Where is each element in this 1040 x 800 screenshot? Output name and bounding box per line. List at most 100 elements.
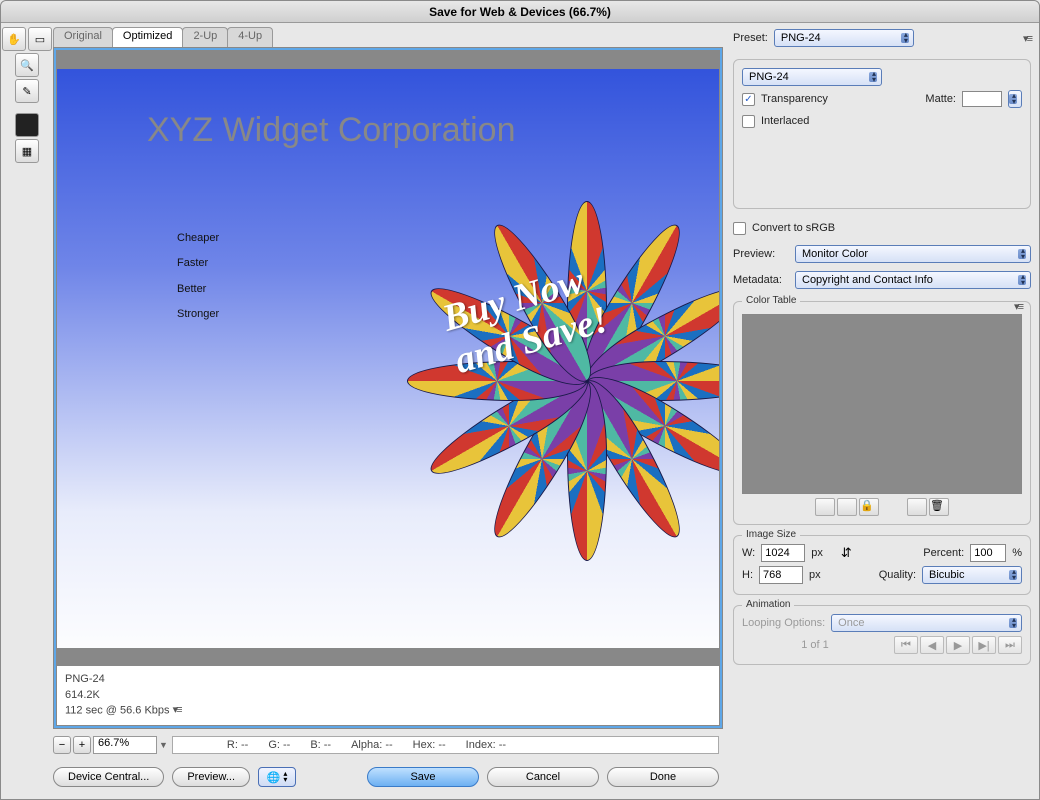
bullet-item: Cheaper — [177, 226, 219, 251]
height-field[interactable] — [759, 566, 803, 584]
view-tabs: Original Optimized 2-Up 4-Up — [53, 27, 723, 47]
animation-title: Animation — [742, 599, 794, 610]
info-menu-icon[interactable]: ▾≡ — [173, 703, 187, 718]
cancel-button[interactable]: Cancel — [487, 767, 599, 787]
status-row: − + 66.7% ▼ R: -- G: -- B: -- Alpha: -- … — [53, 733, 719, 757]
quality-label: Quality: — [879, 569, 916, 581]
metadata-label: Metadata: — [733, 274, 789, 286]
ct-btn-new[interactable] — [907, 498, 927, 516]
status-alpha: Alpha: -- — [351, 739, 393, 751]
preset-menu-icon[interactable]: ▾≡ — [1023, 32, 1031, 45]
slice-select-tool[interactable]: ▭ — [28, 27, 52, 51]
tab-optimized[interactable]: Optimized — [112, 27, 184, 47]
dialog-window: Save for Web & Devices (66.7%) ✋ ▭ 🔍 ✎ ▦… — [0, 0, 1040, 800]
matte-swatch[interactable] — [962, 91, 1002, 107]
ct-btn-trash[interactable]: 🗑 — [929, 498, 949, 516]
flower-graphic — [377, 171, 719, 591]
toggle-slices-button[interactable]: ▦ — [15, 139, 39, 163]
zoom-in-button[interactable]: + — [73, 736, 91, 754]
status-hex: Hex: -- — [413, 739, 446, 751]
status-r: R: -- — [227, 739, 248, 751]
device-central-button[interactable]: Device Central... — [53, 767, 164, 787]
slices-icon: ▦ — [22, 145, 32, 158]
format-select[interactable]: PNG-24▴▾ — [742, 68, 882, 86]
interlaced-checkbox[interactable] — [742, 115, 755, 128]
eyedropper-icon: ✎ — [22, 85, 31, 98]
color-table[interactable] — [742, 314, 1022, 494]
color-status-bar: R: -- G: -- B: -- Alpha: -- Hex: -- Inde… — [172, 736, 719, 754]
zoom-tool[interactable]: 🔍 — [15, 53, 39, 77]
color-table-menu-icon[interactable]: ▾≡ — [1014, 300, 1022, 313]
tab-2up[interactable]: 2-Up — [182, 27, 228, 47]
preset-label: Preset: — [733, 32, 768, 44]
info-timing: 112 sec @ 56.6 Kbps — [65, 705, 170, 717]
eyedropper-tool[interactable]: ✎ — [15, 79, 39, 103]
settings-panel: Preset: PNG-24▴▾ ▾≡ PNG-24▴▾ ✓ Transpare… — [727, 23, 1039, 799]
animation-nav: ⏮ ◀ ▶ ▶| ⏭ — [894, 636, 1022, 654]
status-index: Index: -- — [466, 739, 506, 751]
preview-frame: XYZ Widget Corporation Cheaper Faster Be… — [53, 47, 723, 729]
nav-first-button: ⏮ — [894, 636, 918, 654]
matte-label: Matte: — [925, 93, 956, 105]
preview-mode-select[interactable]: Monitor Color▴▾ — [795, 245, 1031, 263]
chevron-updown-icon: ▴▾ — [283, 771, 287, 783]
height-unit: px — [809, 569, 821, 581]
foreground-color-swatch[interactable] — [15, 113, 39, 137]
ct-btn-lock[interactable]: 🔒 — [859, 498, 879, 516]
nav-next-button: ▶| — [972, 636, 996, 654]
color-table-title: Color Table — [742, 295, 800, 306]
bullet-item: Stronger — [177, 302, 219, 327]
chevron-down-icon[interactable]: ▼ — [159, 740, 168, 750]
preset-select[interactable]: PNG-24▴▾ — [774, 29, 914, 47]
tool-column: ✋ ▭ 🔍 ✎ ▦ — [1, 23, 53, 799]
preview-mode-label: Preview: — [733, 248, 789, 260]
slice-icon: ▭ — [35, 33, 45, 46]
zoom-out-button[interactable]: − — [53, 736, 71, 754]
save-button[interactable]: Save — [367, 767, 479, 787]
transparency-checkbox[interactable]: ✓ — [742, 93, 755, 106]
zoom-field[interactable]: 66.7% — [93, 736, 157, 754]
preview-button[interactable]: Preview... — [172, 767, 250, 787]
status-g: G: -- — [268, 739, 290, 751]
preview-outer: XYZ Widget Corporation Cheaper Faster Be… — [54, 48, 722, 728]
format-group: PNG-24▴▾ ✓ Transparency Matte: ▴▾ Interl… — [733, 59, 1031, 209]
canvas-heading: XYZ Widget Corporation — [147, 111, 516, 150]
width-label: W: — [742, 547, 755, 559]
link-icon[interactable]: ⇵ — [841, 545, 852, 561]
width-field[interactable] — [761, 544, 805, 562]
canvas[interactable]: XYZ Widget Corporation Cheaper Faster Be… — [57, 51, 719, 666]
image-size-title: Image Size — [742, 529, 800, 540]
canvas-bullet-list: Cheaper Faster Better Stronger — [177, 226, 219, 327]
bullet-item: Better — [177, 277, 219, 302]
convert-srgb-checkbox[interactable] — [733, 222, 746, 235]
bottom-button-row: Device Central... Preview... 🌐▴▾ Save Ca… — [53, 761, 719, 793]
percent-field[interactable] — [970, 544, 1006, 562]
canvas-wrap: XYZ Widget Corporation Cheaper Faster Be… — [57, 51, 719, 666]
nav-play-button: ▶ — [946, 636, 970, 654]
ct-btn-1[interactable] — [815, 498, 835, 516]
image-size-group: Image Size W: px ⇵ Percent: % H: px — [733, 535, 1031, 595]
height-label: H: — [742, 569, 753, 581]
percent-label: Percent: — [923, 547, 964, 559]
hand-icon: ✋ — [7, 33, 21, 46]
animation-page: 1 of 1 — [742, 639, 888, 651]
center-panel: Original Optimized 2-Up 4-Up XYZ Widget … — [53, 23, 727, 799]
info-size: 614.2K — [65, 688, 711, 703]
tab-4up[interactable]: 4-Up — [227, 27, 273, 47]
percent-unit: % — [1012, 547, 1022, 559]
transparency-label: Transparency — [761, 93, 828, 105]
quality-select[interactable]: Bicubic▴▾ — [922, 566, 1022, 584]
hand-tool[interactable]: ✋ — [2, 27, 26, 51]
metadata-select[interactable]: Copyright and Contact Info▴▾ — [795, 271, 1031, 289]
browser-preview-button[interactable]: 🌐▴▾ — [258, 767, 296, 787]
status-b: B: -- — [310, 739, 331, 751]
done-button[interactable]: Done — [607, 767, 719, 787]
matte-select[interactable]: ▴▾ — [1008, 90, 1022, 108]
tab-original[interactable]: Original — [53, 27, 113, 47]
slice-info: PNG-24 614.2K 112 sec @ 56.6 Kbps ▾≡ — [57, 666, 719, 725]
convert-srgb-label: Convert to sRGB — [752, 222, 835, 234]
zoom-group: − + 66.7% ▼ — [53, 736, 168, 754]
window-body: ✋ ▭ 🔍 ✎ ▦ Original Optimized 2-Up 4-Up — [1, 23, 1039, 799]
ct-btn-2[interactable] — [837, 498, 857, 516]
looping-label: Looping Options: — [742, 617, 825, 629]
